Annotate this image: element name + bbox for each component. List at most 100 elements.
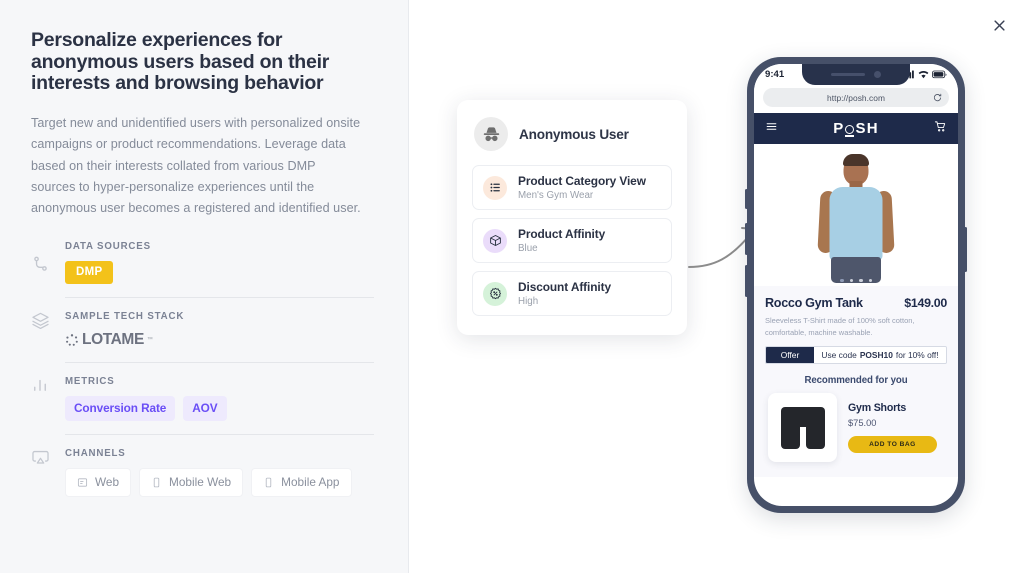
brand-o-ring [844,125,855,137]
url-input[interactable]: http://posh.com [763,88,949,107]
wifi-icon [918,71,929,79]
phone-notch [802,64,910,85]
chip-aov[interactable]: AOV [183,396,227,422]
metric-pills: Conversion Rate AOV [65,396,374,422]
speaker-grille [831,73,865,76]
model-hair [843,154,869,166]
browser-url-bar: http://posh.com [754,85,958,113]
add-to-bag-button[interactable]: ADD TO BAG [848,436,937,453]
recommended-product-row: Gym Shorts $75.00 ADD TO BAG [765,393,947,468]
section-body-channels: CHANNELS Web Mobile Web Mobile App [65,434,374,510]
front-camera-icon [874,71,881,78]
recommended-product-image[interactable] [768,393,837,462]
section-data-sources: DATA SOURCES DMP [31,241,374,297]
product-name: Rocco Gym Tank [765,296,863,310]
shopping-cart-icon[interactable] [934,120,947,138]
chip-channel-mobile-web[interactable]: Mobile Web [139,468,244,498]
section-tech-stack: SAMPLE TECH STACK LOTAME ™ [31,297,374,362]
status-indicators [904,70,947,79]
model-tank-top [829,187,883,260]
offer-prefix: Use code [821,350,857,360]
product-details-panel: Rocco Gym Tank $149.00 Sleeveless T-Shir… [754,286,958,477]
section-channels: CHANNELS Web Mobile Web Mobile App [31,434,374,510]
brand-sh: SH [855,120,879,137]
data-source-pills: DMP [65,261,374,285]
browser-window-icon [77,478,88,487]
section-label: DATA SOURCES [65,241,151,253]
page-description: Target new and unidentified users with p… [31,116,361,215]
gym-shorts-graphic [780,406,825,449]
status-time: 9:41 [765,69,785,80]
avatar [474,117,508,151]
offer-suffix: for 10% off! [895,350,939,360]
layers-icon [31,297,65,330]
phone-mute-button [745,189,748,209]
product-price: $149.00 [904,296,947,310]
phone-power-button [964,227,967,272]
offer-banner: Offer Use code POSH10 for 10% off! [765,346,947,364]
chip-conversion-rate[interactable]: Conversion Rate [65,396,176,422]
recommended-product-price: $75.00 [848,418,877,428]
bar-chart-icon [31,362,65,394]
anonymous-user-card: Anonymous User Product Category View Men… [457,100,687,335]
attribute-value: Men's Gym Wear [518,190,594,201]
sidebar: Personalize experiences for anonymous us… [0,0,409,573]
hamburger-menu-icon[interactable] [765,120,778,138]
anonymous-user-title: Anonymous User [519,126,629,142]
phone-volume-up-button [745,223,748,255]
site-brand-logo: P SH [833,120,878,137]
list-icon [483,175,507,200]
channel-pills: Web Mobile Web Mobile App [65,468,374,498]
phone-volume-down-button [745,265,748,297]
chip-channel-mobile-app[interactable]: Mobile App [251,468,352,498]
offer-code: POSH10 [859,350,893,360]
attribute-title: Product Affinity [518,227,606,241]
page-root: Personalize experiences for anonymous us… [0,0,1024,573]
chip-channel-web[interactable]: Web [65,468,132,498]
battery-icon [932,70,947,79]
discount-tag-icon [483,281,507,306]
recommended-product-info: Gym Shorts $75.00 ADD TO BAG [848,402,944,453]
attribute-discount-affinity[interactable]: Discount Affinity High [472,271,672,316]
reload-icon[interactable] [933,89,942,107]
attribute-text: Product Category View Men's Gym Wear [518,174,646,201]
close-icon[interactable] [986,12,1012,38]
attribute-product-category-view[interactable]: Product Category View Men's Gym Wear [472,165,672,210]
carousel-dot[interactable] [868,278,872,282]
trademark-symbol: ™ [146,337,153,344]
attribute-text: Product Affinity Blue [518,227,605,254]
attribute-text: Discount Affinity High [518,280,611,307]
product-hero-image [754,144,958,286]
carousel-dot[interactable] [840,278,844,282]
airplay-icon [31,434,65,467]
attribute-product-affinity[interactable]: Product Affinity Blue [472,218,672,263]
attribute-title: Product Category View [518,174,646,188]
data-flow-icon [31,241,65,274]
box-icon [483,228,507,253]
attribute-value: High [518,296,539,307]
section-body-tech-stack: SAMPLE TECH STACK LOTAME ™ [65,297,374,362]
section-label: CHANNELS [65,448,126,460]
url-text: http://posh.com [826,92,885,103]
attribute-value: Blue [518,243,538,254]
main-content: Anonymous User Product Category View Men… [409,0,1024,573]
lotame-wordmark: LOTAME [82,331,144,349]
brand-p: P [833,120,845,137]
model-photo [816,154,896,286]
chip-label: Mobile Web [169,475,232,490]
lotame-mark-icon [66,334,78,346]
phone-screen: 9:41 http://posh.com P SH Rocco Gym Tank… [754,64,958,506]
carousel-dot[interactable] [859,278,863,282]
sidebar-meta-list: DATA SOURCES DMP SAMPLE TECH STACK LOTAM… [31,241,374,510]
lotame-logo: LOTAME ™ [65,331,374,349]
offer-message: Use code POSH10 for 10% off! [814,347,946,363]
product-heading-row: Rocco Gym Tank $149.00 [765,296,947,310]
badge-dmp[interactable]: DMP [65,261,114,285]
section-body-metrics: METRICS Conversion Rate AOV [65,362,374,434]
section-label: SAMPLE TECH STACK [65,311,185,323]
site-navbar: P SH [754,113,958,144]
carousel-dot[interactable] [849,278,853,282]
attribute-title: Discount Affinity [518,280,611,294]
carousel-dots[interactable] [840,278,872,282]
section-label: METRICS [65,376,115,388]
